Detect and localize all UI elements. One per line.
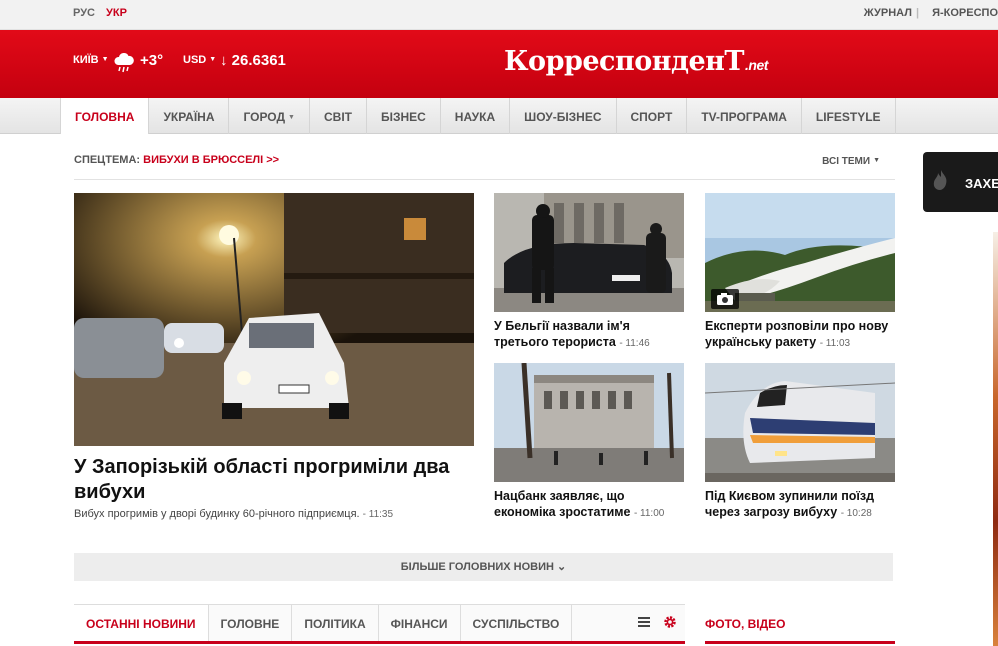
chevron-down-icon: ▼ bbox=[873, 157, 880, 164]
news-card-title-text: Експерти розповіли про нову українську р… bbox=[705, 319, 889, 349]
nav-item-city[interactable]: ГОРОД ▼ bbox=[229, 98, 310, 134]
weather-rain-icon bbox=[114, 52, 134, 73]
logo-main: КорреспонденТ bbox=[504, 46, 745, 77]
nav-item-lifestyle[interactable]: LIFESTYLE bbox=[802, 98, 896, 134]
all-topics-dropdown[interactable]: ВСІ ТЕМИ ▼ bbox=[822, 156, 880, 167]
nav-item-main[interactable]: ГОЛОВНА bbox=[60, 98, 150, 134]
news-card-image[interactable] bbox=[705, 363, 895, 482]
main-story-lead-text: Вибух прогримів у дворі будинку 60-річно… bbox=[74, 508, 360, 520]
top-links-separator: | bbox=[915, 7, 920, 19]
more-news-button[interactable]: БІЛЬШЕ ГОЛОВНИХ НОВИН ⌄ bbox=[74, 553, 893, 581]
chevron-down-icon: ▼ bbox=[288, 114, 295, 121]
news-card-title[interactable]: Експерти розповіли про нову українську р… bbox=[705, 318, 895, 352]
tab-politics[interactable]: ПОЛІТИКА bbox=[292, 605, 379, 641]
news-card[interactable]: Під Києвом зупинили поїзд через загрозу … bbox=[705, 363, 895, 522]
news-card-title[interactable]: Нацбанк заявляє, що економіка зростатиме… bbox=[494, 488, 684, 522]
main-story-lead: Вибух прогримів у дворі будинку 60-річно… bbox=[74, 508, 474, 520]
exchange-rate: ↓ 26.6361 bbox=[220, 52, 286, 69]
news-card-image[interactable] bbox=[705, 193, 895, 312]
news-tabs: ОСТАННІ НОВИНИ ГОЛОВНЕ ПОЛІТИКА ФІНАНСИ … bbox=[74, 604, 685, 644]
news-card[interactable]: Нацбанк заявляє, що економіка зростатиме… bbox=[494, 363, 684, 522]
news-card-time: - 11:46 bbox=[619, 338, 650, 349]
nav-item-tv[interactable]: TV-ПРОГРАМА bbox=[687, 98, 802, 134]
promo-text: ЗАХЕ bbox=[965, 176, 998, 191]
news-card-title[interactable]: У Бельгії назвали ім'я третього терорист… bbox=[494, 318, 684, 352]
news-card[interactable]: Експерти розповіли про нову українську р… bbox=[705, 193, 895, 352]
news-card-time: - 11:03 bbox=[819, 338, 851, 349]
chevron-down-icon: ▼ bbox=[209, 56, 217, 63]
nav-item-science[interactable]: НАУКА bbox=[441, 98, 511, 134]
news-card-title[interactable]: Під Києвом зупинили поїзд через загрозу … bbox=[705, 488, 895, 522]
flame-icon bbox=[933, 170, 947, 190]
tab-latest-news[interactable]: ОСТАННІ НОВИНИ bbox=[74, 605, 209, 641]
photo-video-heading[interactable]: ФОТО, ВІДЕО bbox=[705, 604, 895, 644]
all-topics-label: ВСІ ТЕМИ bbox=[822, 156, 871, 167]
list-icon[interactable] bbox=[637, 615, 651, 629]
main-story-time: - 11:35 bbox=[362, 509, 394, 520]
more-news-label: БІЛЬШЕ ГОЛОВНИХ НОВИН bbox=[400, 561, 554, 573]
lang-ua-link[interactable]: УКР bbox=[106, 7, 127, 19]
chevron-down-icon: ▼ bbox=[101, 56, 109, 63]
news-card-time: - 11:00 bbox=[633, 508, 665, 519]
news-card-time: - 10:28 bbox=[840, 508, 872, 519]
gear-icon[interactable] bbox=[663, 615, 677, 629]
ya-korespondent-link[interactable]: Я-КОРЕСПО bbox=[932, 7, 998, 19]
tab-society[interactable]: СУСПІЛЬСТВО bbox=[461, 605, 573, 641]
special-topic: СПЕЦТЕМА: ВИБУХИ В БРЮССЕЛІ >> bbox=[74, 154, 279, 166]
chevron-down-icon: ⌄ bbox=[557, 561, 567, 573]
logo-suffix: .net bbox=[745, 57, 768, 73]
currency-label: USD bbox=[183, 54, 207, 66]
news-card-image[interactable] bbox=[494, 363, 684, 482]
camera-icon bbox=[711, 289, 739, 309]
main-navigation: ГОЛОВНА УКРАЇНА ГОРОД ▼ СВІТ БІЗНЕС НАУКА… bbox=[0, 98, 998, 134]
news-card-title-text: Нацбанк заявляє, що економіка зростатиме bbox=[494, 489, 631, 519]
city-selector[interactable]: КИЇВ ▼ bbox=[73, 54, 109, 66]
promo-banner[interactable]: ЗАХЕ bbox=[923, 152, 998, 212]
journal-link[interactable]: ЖУРНАЛ bbox=[864, 7, 912, 19]
nav-item-showbiz[interactable]: ШОУ-БІЗНЕС bbox=[510, 98, 617, 134]
top-strip: РУС УКР ЖУРНАЛ | Я-КОРЕСПО bbox=[0, 0, 998, 30]
main-story-image[interactable] bbox=[74, 193, 474, 446]
temperature: +3° bbox=[140, 52, 164, 69]
tab-finance[interactable]: ФІНАНСИ bbox=[379, 605, 461, 641]
currency-selector[interactable]: USD ▼ bbox=[183, 54, 216, 66]
news-card-image[interactable] bbox=[494, 193, 684, 312]
nav-item-city-label: ГОРОД bbox=[243, 110, 286, 124]
nav-item-world[interactable]: СВІТ bbox=[310, 98, 367, 134]
language-switcher: РУС УКР bbox=[73, 7, 135, 19]
tab-tools bbox=[637, 615, 677, 629]
lang-ru-link[interactable]: РУС bbox=[73, 7, 95, 19]
news-card-title-text: У Бельгії назвали ім'я третього терорист… bbox=[494, 319, 630, 349]
special-topic-label: СПЕЦТЕМА: bbox=[74, 154, 141, 166]
main-story-title[interactable]: У Запорізькій області прогриміли два виб… bbox=[74, 455, 474, 505]
side-ad-strip bbox=[993, 232, 998, 646]
divider bbox=[74, 179, 895, 180]
special-topic-link[interactable]: ВИБУХИ В БРЮССЕЛІ >> bbox=[143, 154, 279, 166]
site-header: КИЇВ ▼ +3° USD ▼ ↓ 26.6361 КорреспонденТ.n… bbox=[0, 30, 998, 98]
city-label: КИЇВ bbox=[73, 54, 99, 66]
nav-item-ukraine[interactable]: УКРАЇНА bbox=[149, 98, 230, 134]
news-card[interactable]: У Бельгії назвали ім'я третього терорист… bbox=[494, 193, 684, 352]
nav-item-business[interactable]: БІЗНЕС bbox=[367, 98, 441, 134]
tab-main[interactable]: ГОЛОВНЕ bbox=[209, 605, 293, 641]
top-links: ЖУРНАЛ | Я-КОРЕСПО bbox=[854, 7, 998, 19]
nav-item-sport[interactable]: СПОРТ bbox=[617, 98, 688, 134]
site-logo[interactable]: КорреспонденТ.net bbox=[504, 46, 768, 77]
